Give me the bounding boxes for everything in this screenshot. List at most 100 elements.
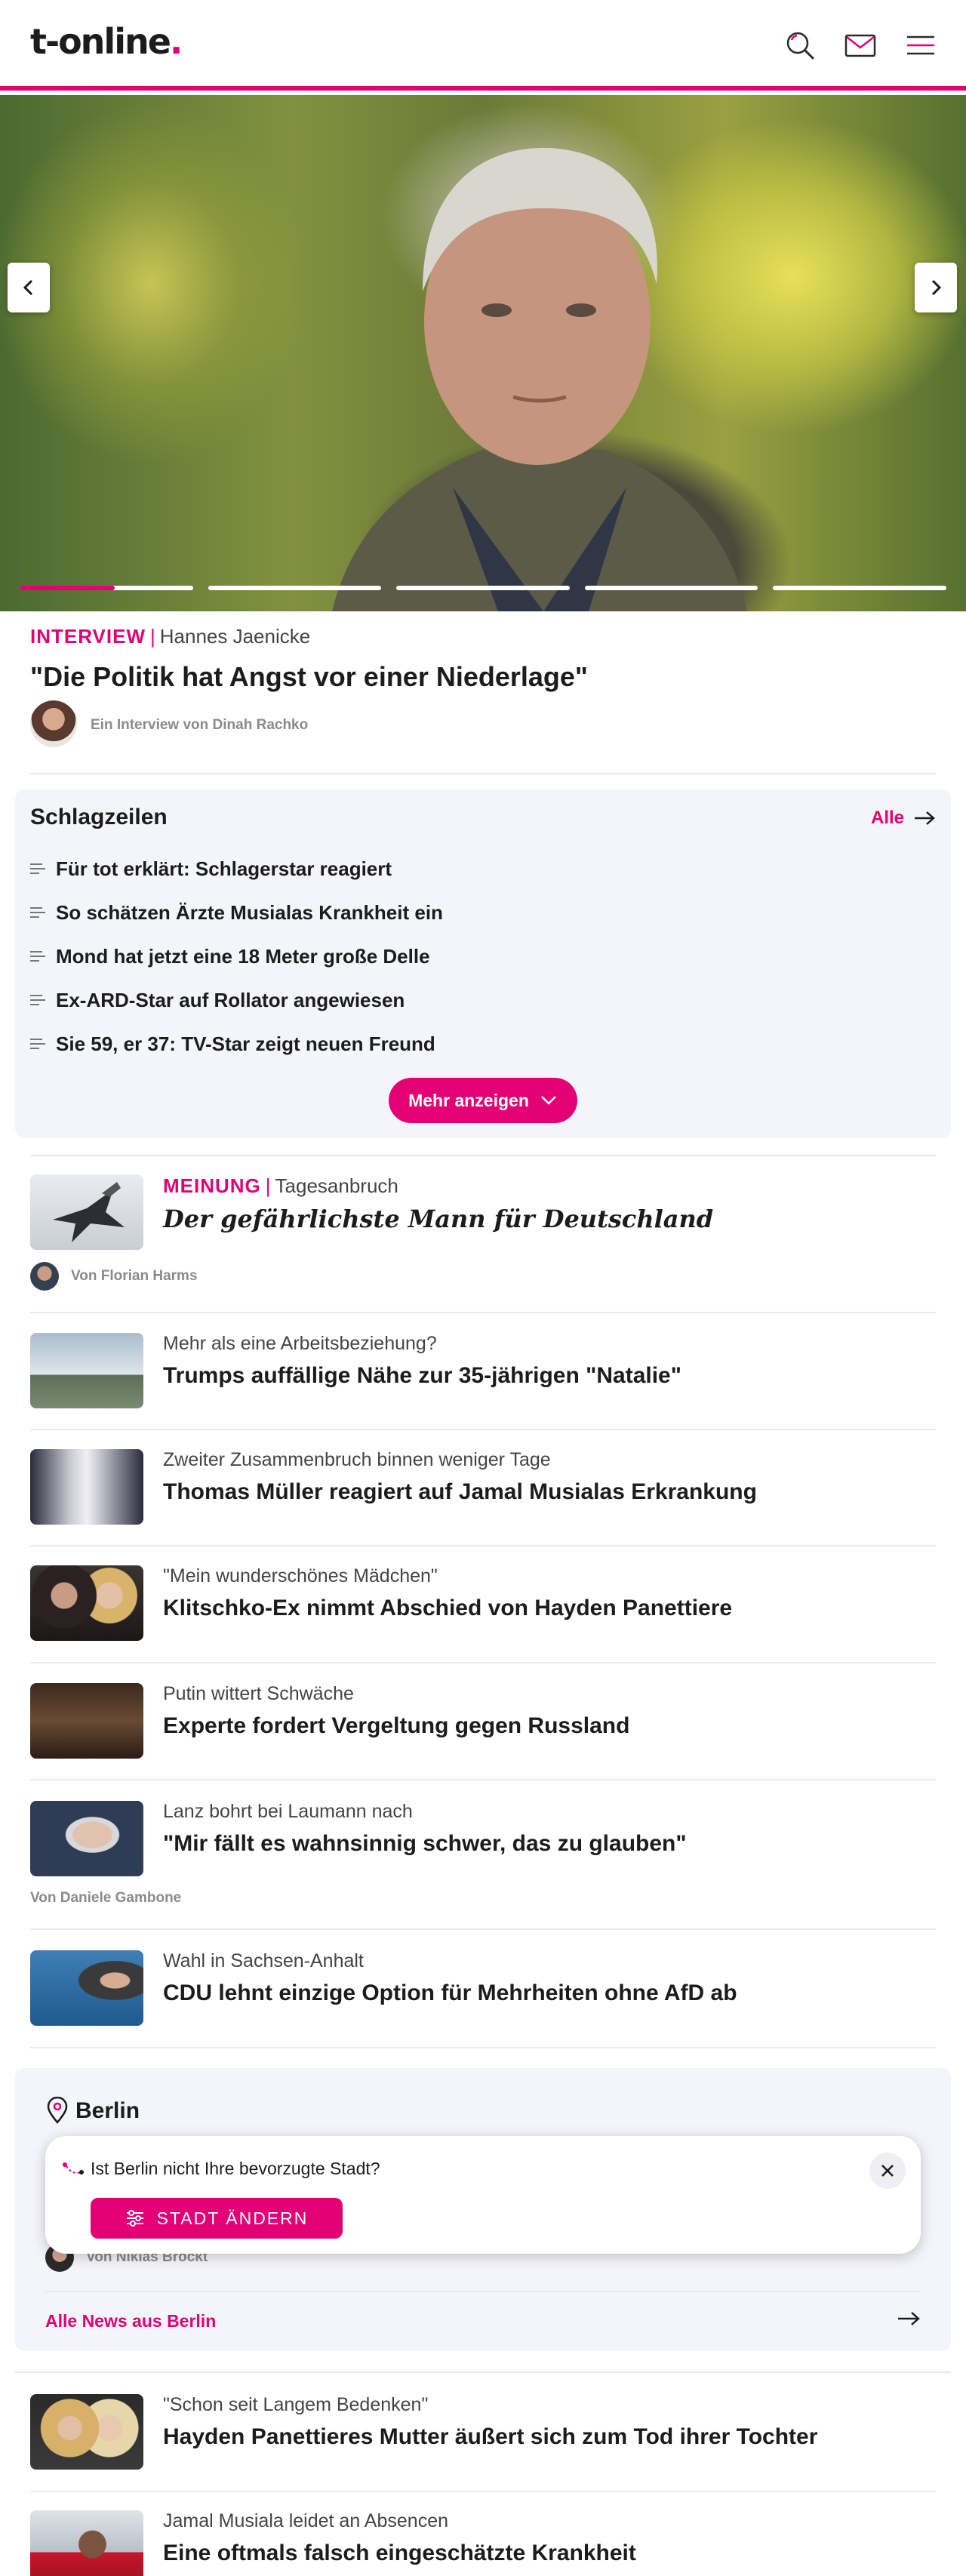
more-headlines-button[interactable]: Mehr anzeigen [389, 1078, 577, 1123]
article-title[interactable]: Trumps auffällige Nähe zur 35-jährigen "… [163, 1363, 681, 1389]
divider [15, 2371, 951, 2373]
hero-title[interactable]: "Die Politik hat Angst vor einer Niederl… [30, 661, 588, 693]
article-author: Von Florian Harms [71, 1268, 198, 1284]
kicker-label: MEINUNG [163, 1174, 261, 1197]
divider [30, 1779, 936, 1780]
text-lines-icon [30, 950, 45, 962]
article-title[interactable]: Eine oftmals falsch eingeschätzte Krankh… [163, 2541, 636, 2566]
popup-close-button[interactable] [869, 2153, 906, 2189]
slide-progress-fill [20, 586, 115, 590]
headline-text: So schätzen Ärzte Musialas Krankheit ein [56, 901, 443, 924]
headline-item[interactable]: So schätzen Ärzte Musialas Krankheit ein [30, 901, 443, 925]
article-overline: Lanz bohrt bei Laumann nach [163, 1801, 413, 1822]
divider [30, 1662, 936, 1663]
logo-dot: . [169, 21, 183, 62]
local-city-title: Berlin [75, 2098, 140, 2123]
kicker-separator: | [149, 625, 155, 648]
search-icon[interactable] [782, 27, 818, 63]
author-avatar [30, 700, 77, 747]
slide-progress-bar[interactable] [584, 586, 758, 590]
headline-text: Sie 59, er 37: TV-Star zeigt neuen Freun… [56, 1033, 435, 1055]
article-title[interactable]: CDU lehnt einzige Option für Mehrheiten … [163, 1980, 737, 2006]
slide-progress-bar[interactable] [773, 586, 946, 590]
sliders-icon [126, 2210, 143, 2227]
slide-progress-bar[interactable] [396, 586, 570, 590]
article-thumbnail[interactable] [30, 1565, 143, 1641]
article-thumbnail[interactable] [30, 1449, 143, 1525]
change-city-label: STADT ÄNDERN [156, 2208, 309, 2228]
location-pin-icon [47, 2097, 68, 2124]
article-kicker: MEINUNG | Tagesanbruch [163, 1174, 398, 1198]
kicker-name: Hannes Jaenicke [159, 625, 311, 648]
article-thumbnail[interactable] [30, 1333, 143, 1408]
all-local-news-link[interactable]: Alle News aus Berlin [45, 2311, 216, 2331]
headline-text: Ex-ARD-Star auf Rollator angewiesen [56, 989, 405, 1011]
hero-next-button[interactable] [915, 263, 957, 312]
headline-item[interactable]: Für tot erklärt: Schlagerstar reagiert [30, 857, 392, 881]
article-thumbnail[interactable] [30, 1174, 143, 1250]
hero-article-card[interactable]: INTERVIEW | Hannes Jaenicke "Die Politik h… [15, 611, 951, 774]
article-thumbnail[interactable] [30, 2394, 143, 2470]
popup-question: Ist Berlin nicht Ihre bevorzugte Stadt? [91, 2159, 380, 2178]
hero-image[interactable] [0, 95, 966, 611]
article-overline: Mehr als eine Arbeitsbeziehung? [163, 1333, 437, 1354]
article-thumbnail[interactable] [30, 1950, 143, 2026]
arrow-right-icon[interactable] [897, 2310, 921, 2328]
article-thumbnail[interactable] [30, 1683, 143, 1759]
article-title[interactable]: Thomas Müller reagiert auf Jamal Musiala… [163, 1479, 757, 1505]
jet-image [53, 1182, 125, 1242]
local-news-box: Berlin Von Niklas Brockt Ist Berlin nich… [15, 2068, 951, 2351]
author-avatar [30, 1262, 59, 1291]
divider [30, 2047, 936, 2048]
article-overline: Jamal Musiala leidet an Absencen [163, 2510, 449, 2531]
article-thumbnail[interactable] [30, 1801, 143, 1876]
text-lines-icon [30, 994, 45, 1005]
headline-text: Für tot erklärt: Schlagerstar reagiert [56, 857, 392, 880]
arrow-right-icon [915, 811, 935, 825]
article-title[interactable]: Hayden Panettieres Mutter äußert sich zu… [163, 2424, 817, 2450]
kicker-name: Tagesanbruch [275, 1174, 398, 1197]
article-title[interactable]: Klitschko-Ex nimmt Abschied von Hayden P… [163, 1596, 732, 1621]
divider [30, 1312, 936, 1313]
slide-progress-bar[interactable] [20, 586, 193, 590]
text-lines-icon [30, 1038, 45, 1049]
more-label: Mehr anzeigen [408, 1090, 529, 1110]
headline-item[interactable]: Ex-ARD-Star auf Rollator angewiesen [30, 989, 405, 1012]
divider [30, 1928, 936, 1930]
article-thumbnail[interactable] [30, 2510, 143, 2576]
divider [30, 1545, 936, 1547]
headline-text: Mond hat jetzt eine 18 Meter große Delle [56, 945, 430, 968]
logo-text: t-online [30, 21, 171, 62]
headlines-all-link[interactable]: Alle [871, 808, 936, 829]
change-city-button[interactable]: STADT ÄNDERN [91, 2198, 343, 2239]
hero-portrait [332, 148, 747, 611]
chevron-right-icon [931, 279, 942, 296]
divider [45, 2291, 921, 2292]
divider [30, 2491, 936, 2492]
article-overline: "Mein wunderschönes Mädchen" [163, 1565, 438, 1587]
divider [30, 773, 936, 774]
chevron-down-icon [540, 1096, 556, 1105]
divider [30, 1155, 936, 1156]
headlines-title: Schlagzeilen [30, 805, 168, 829]
hero-kicker: INTERVIEW | Hannes Jaenicke [30, 625, 310, 648]
hero-prev-button[interactable] [8, 263, 50, 312]
hero-author: Ein Interview von Dinah Rachko [91, 717, 309, 733]
article-overline: Zweiter Zusammenbruch binnen weniger Tag… [163, 1449, 551, 1470]
slide-progress-bar[interactable] [208, 586, 382, 590]
site-logo[interactable]: t-online. [30, 21, 183, 62]
divider [30, 1429, 936, 1430]
close-icon [881, 2165, 894, 2177]
headline-item[interactable]: Mond hat jetzt eine 18 Meter große Delle [30, 945, 430, 968]
article-overline: "Schon seit Langem Bedenken" [163, 2394, 429, 2415]
headline-item[interactable]: Sie 59, er 37: TV-Star zeigt neuen Freun… [30, 1033, 435, 1056]
article-title[interactable]: "Mir fällt es wahnsinnig schwer, das zu … [163, 1831, 687, 1857]
menu-icon[interactable] [903, 27, 939, 63]
text-lines-icon [30, 906, 45, 918]
headlines-box: Schlagzeilen Alle Für tot erklärt: Schla… [15, 789, 951, 1138]
site-header: t-online. [0, 0, 966, 91]
article-overline: Wahl in Sachsen-Anhalt [163, 1950, 364, 1971]
article-title[interactable]: Experte fordert Vergeltung gegen Russlan… [163, 1713, 629, 1739]
article-title[interactable]: Der gefährlichste Mann für Deutschland [163, 1205, 713, 1233]
mail-icon[interactable] [842, 27, 878, 63]
